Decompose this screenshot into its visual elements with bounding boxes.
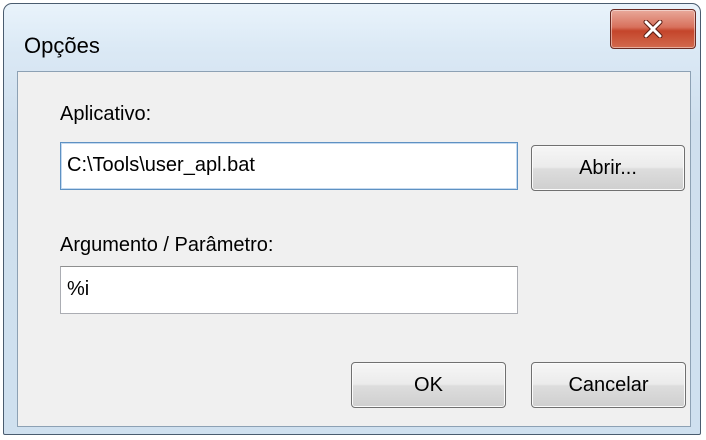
cancel-button[interactable]: Cancelar (531, 362, 686, 408)
application-path-input[interactable]: C:\Tools\user_apl.bat (60, 142, 518, 190)
dialog-body: Aplicativo: C:\Tools\user_apl.bat Abrir.… (17, 71, 691, 427)
ok-button[interactable]: OK (351, 362, 506, 408)
close-button[interactable] (610, 9, 696, 49)
window-title: Opções (24, 33, 100, 58)
application-label: Aplicativo: (60, 103, 152, 125)
browse-button[interactable]: Abrir... (531, 145, 685, 191)
options-dialog: Opções Aplicativo: C:\Tools\user_apl.bat… (3, 3, 701, 435)
close-x-icon (643, 20, 663, 38)
argument-label: Argumento / Parâmetro: (60, 234, 274, 256)
argument-input[interactable]: %i (60, 266, 518, 314)
